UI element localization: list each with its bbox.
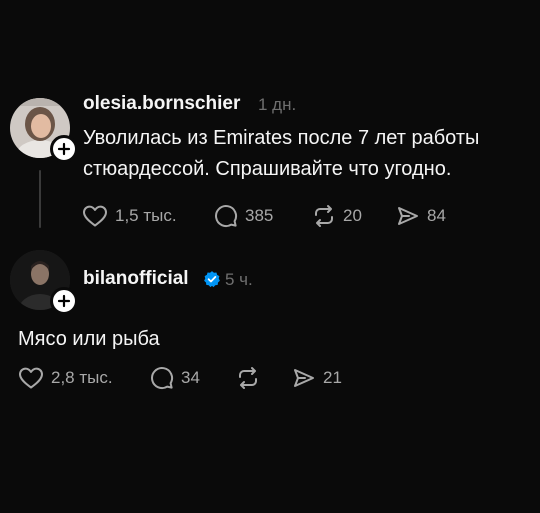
comment-icon bbox=[215, 205, 238, 228]
username[interactable]: olesia.bornschier bbox=[83, 93, 240, 115]
like-button[interactable]: 2,8 тыс. bbox=[18, 366, 113, 390]
comment-icon bbox=[151, 367, 174, 390]
post-text-line-2: стюардессой. Спрашивайте что угодно. bbox=[83, 158, 452, 180]
follow-plus-button[interactable] bbox=[50, 135, 78, 163]
post-2: bilanofficial 5 ч. Мясо или рыба 2,8 тыс… bbox=[0, 240, 540, 400]
like-count: 1,5 тыс. bbox=[115, 206, 177, 225]
share-button[interactable]: 21 bbox=[292, 366, 342, 390]
repost-button[interactable]: 20 bbox=[312, 204, 362, 228]
post-time: 5 ч. bbox=[225, 270, 253, 289]
comment-button[interactable]: 34 bbox=[150, 366, 200, 390]
comment-count: 385 bbox=[245, 206, 274, 225]
heart-icon bbox=[19, 367, 43, 389]
post-text: Мясо или рыба bbox=[18, 328, 160, 350]
thread-line bbox=[39, 170, 41, 228]
plus-icon bbox=[57, 294, 71, 308]
share-icon bbox=[398, 207, 418, 225]
share-count: 21 bbox=[323, 368, 342, 387]
share-button[interactable]: 84 bbox=[396, 204, 446, 228]
like-count: 2,8 тыс. bbox=[51, 368, 113, 387]
repost-icon bbox=[239, 367, 257, 389]
comment-button[interactable]: 385 bbox=[214, 204, 273, 228]
post-time: 1 дн. bbox=[258, 95, 297, 114]
repost-icon bbox=[315, 205, 333, 227]
post-text-line-1: Уволилась из Emirates после 7 лет работы bbox=[83, 127, 480, 149]
repost-count: 20 bbox=[343, 206, 362, 225]
share-icon bbox=[294, 369, 314, 387]
username[interactable]: bilanofficial bbox=[83, 268, 189, 290]
plus-icon bbox=[57, 142, 71, 156]
verified-badge-icon bbox=[204, 271, 220, 288]
follow-plus-button[interactable] bbox=[50, 287, 78, 315]
like-button[interactable]: 1,5 тыс. bbox=[82, 204, 177, 228]
repost-button[interactable] bbox=[236, 366, 260, 390]
heart-icon bbox=[83, 205, 107, 227]
post-1: olesia.bornschier 1 дн. Уволилась из Emi… bbox=[0, 0, 540, 240]
share-count: 84 bbox=[427, 206, 446, 225]
comment-count: 34 bbox=[181, 368, 200, 387]
